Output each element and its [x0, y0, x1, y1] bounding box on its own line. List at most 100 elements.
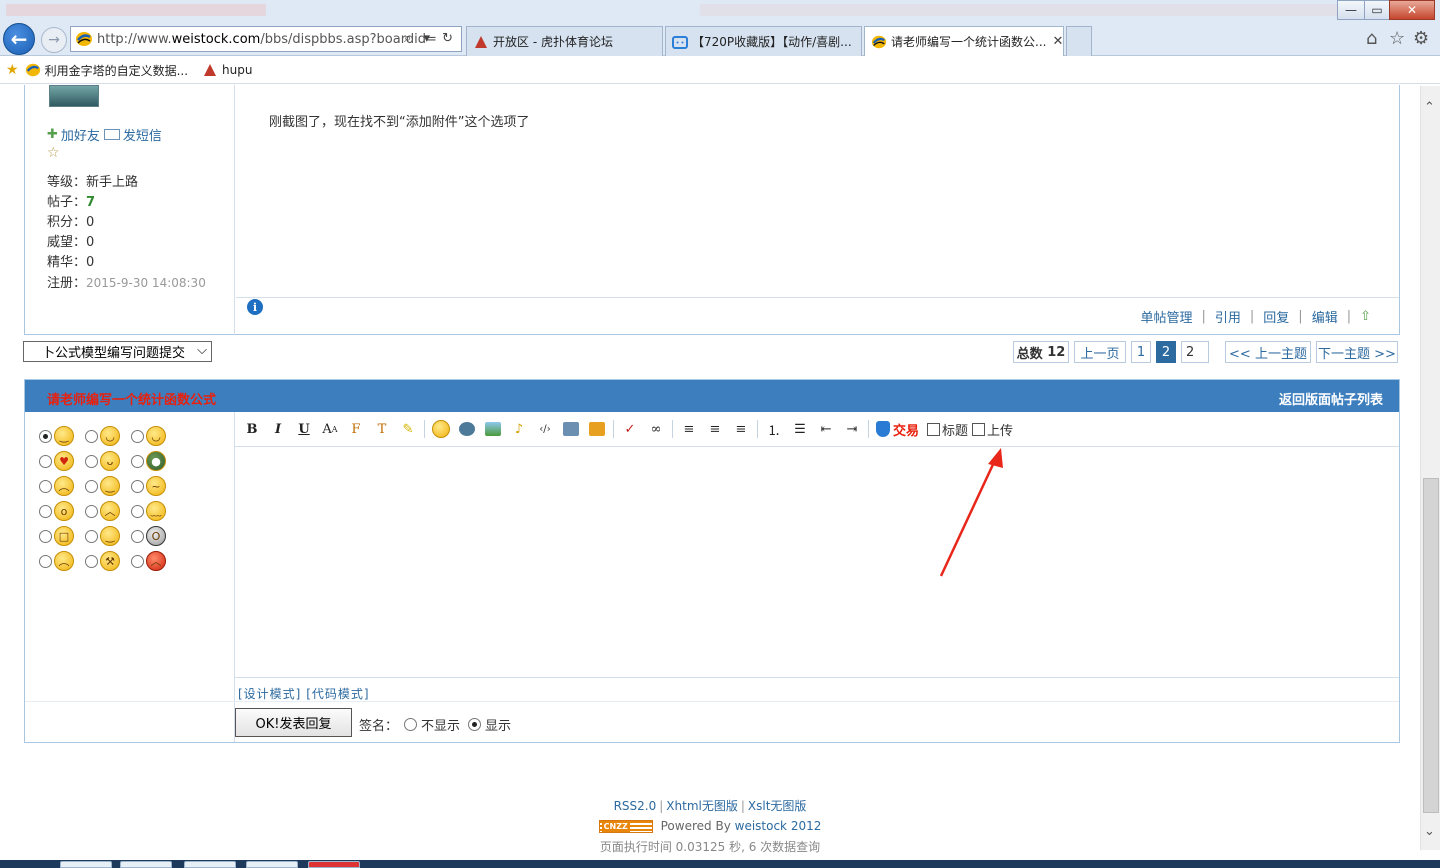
face-radio[interactable] — [39, 479, 52, 493]
font-size-icon[interactable]: AA — [319, 419, 341, 439]
outdent-icon[interactable]: ⇤ — [815, 419, 837, 439]
face-option[interactable]: ︵ — [39, 551, 85, 571]
text-color-icon[interactable]: T — [371, 419, 393, 439]
face-option[interactable]: O — [131, 526, 177, 546]
face-option[interactable]: ● — [131, 451, 177, 471]
font-face-icon[interactable]: F — [345, 419, 367, 439]
scroll-down-icon[interactable]: ⌄ — [1424, 824, 1435, 839]
highlight-icon[interactable]: ✎ — [397, 419, 419, 439]
sig-show-radio[interactable] — [468, 718, 482, 731]
face-option[interactable]: □ — [39, 526, 85, 546]
forward-button[interactable]: → — [41, 27, 67, 53]
align-left-icon[interactable]: ≡ — [678, 419, 700, 439]
face-radio[interactable] — [131, 504, 144, 518]
face-radio[interactable] — [39, 429, 52, 443]
underline-button[interactable]: U — [293, 419, 315, 439]
taskbar-item[interactable] — [308, 861, 360, 868]
rss-link[interactable]: RSS2.0 — [614, 799, 657, 813]
ordered-list-icon[interactable]: ⒈ — [763, 419, 785, 439]
avatar[interactable] — [49, 85, 99, 107]
media-icon[interactable] — [560, 419, 582, 439]
prev-page-button[interactable]: 上一页 — [1074, 341, 1126, 363]
italic-button[interactable]: I — [267, 419, 289, 439]
powered-link[interactable]: weistock 2012 — [735, 819, 822, 833]
cnzz-badge-icon[interactable]: CNZZ — [598, 820, 653, 833]
maximize-button[interactable]: ▭ — [1364, 0, 1390, 20]
board-jump-select[interactable]: 卜公式模型编写问题提交 ⌵ — [23, 341, 212, 362]
face-radio[interactable] — [39, 504, 52, 518]
back-to-list-link[interactable]: 返回版面帖子列表 — [1279, 389, 1383, 408]
face-radio[interactable] — [85, 479, 98, 493]
code-icon[interactable]: ‹/› — [534, 419, 556, 439]
send-message-link[interactable]: 发短信 — [123, 125, 162, 144]
code-mode-link[interactable]: [代码模式] — [306, 687, 369, 701]
vertical-scrollbar[interactable]: ⌃ ⌄ — [1420, 86, 1440, 850]
face-option[interactable]: ◡ — [131, 426, 177, 446]
settings-gear-icon[interactable]: ⚙ — [1413, 28, 1429, 49]
address-url[interactable]: http://www.weistock.com/bbs/dispbbs.asp?… — [97, 32, 437, 47]
face-radio[interactable] — [85, 504, 98, 518]
face-option[interactable]: o — [39, 501, 85, 521]
xslt-link[interactable]: Xslt无图版 — [748, 799, 807, 813]
unordered-list-icon[interactable]: ☰ — [789, 419, 811, 439]
taskbar-item[interactable] — [184, 861, 236, 868]
back-to-top-icon[interactable]: ⇧ — [1360, 309, 1371, 324]
face-option[interactable]: ︵ — [39, 476, 85, 496]
xhtml-link[interactable]: Xhtml无图版 — [666, 799, 738, 813]
face-option[interactable]: ~ — [131, 476, 177, 496]
face-radio[interactable] — [131, 554, 144, 568]
face-radio[interactable] — [85, 429, 98, 443]
clean-format-icon[interactable]: ✓ — [619, 419, 641, 439]
tab-hupu[interactable]: 开放区 - 虎扑体育论坛 — [466, 26, 663, 56]
favorite-item-hupu[interactable]: hupu — [202, 62, 252, 78]
scrollbar-thumb[interactable] — [1423, 478, 1439, 813]
title-checkbox[interactable]: 标题 — [927, 420, 968, 439]
design-mode-link[interactable]: [设计模式] — [238, 687, 301, 701]
upload-checkbox[interactable]: 上传 — [972, 420, 1013, 439]
close-window-button[interactable]: ✕ — [1389, 0, 1435, 20]
trade-button[interactable]: 交易 — [876, 420, 919, 439]
face-radio[interactable] — [39, 529, 52, 543]
face-option[interactable]: ◡ — [85, 426, 131, 446]
quote-link[interactable]: 引用 — [1215, 307, 1241, 326]
taskbar-item[interactable] — [120, 861, 172, 868]
info-icon[interactable]: i — [247, 299, 263, 315]
reply-link[interactable]: 回复 — [1263, 307, 1289, 326]
face-radio[interactable] — [85, 554, 98, 568]
submit-reply-button[interactable]: OK!发表回复 — [235, 708, 352, 737]
favorite-item-weistock[interactable]: 利用金字塔的自定义数据... — [25, 62, 188, 79]
face-radio[interactable] — [39, 454, 52, 468]
address-tools[interactable]: ⌕ ▾ ↻ — [404, 31, 457, 46]
emoticon-icon[interactable] — [430, 419, 452, 439]
music-icon[interactable]: ♪ — [508, 419, 530, 439]
flash-icon[interactable] — [456, 419, 478, 439]
taskbar-item[interactable] — [60, 861, 112, 868]
face-radio[interactable] — [85, 529, 98, 543]
manage-post-link[interactable]: 单帖管理 — [1140, 307, 1192, 326]
tab-close-icon[interactable]: ✕ — [1046, 34, 1063, 49]
tab-video[interactable]: 【720P收藏版】【动作/喜剧... — [665, 26, 862, 56]
page-1-link[interactable]: 1 — [1131, 341, 1151, 363]
favorites-add-icon[interactable]: ★ — [6, 62, 19, 78]
face-option[interactable]: ‿ — [85, 476, 131, 496]
image-icon[interactable] — [482, 419, 504, 439]
tab-current[interactable]: 请老师编写一个统计函数公... ✕ — [864, 26, 1064, 56]
scroll-up-icon[interactable]: ⌃ — [1424, 100, 1435, 115]
indent-icon[interactable]: ⇥ — [841, 419, 863, 439]
home-icon[interactable]: ⌂ — [1366, 28, 1377, 49]
align-center-icon[interactable]: ≡ — [704, 419, 726, 439]
new-tab-button[interactable] — [1066, 26, 1092, 56]
face-option[interactable]: ﹏ — [131, 501, 177, 521]
face-radio[interactable] — [131, 479, 144, 493]
face-radio[interactable] — [85, 454, 98, 468]
prev-topic-button[interactable]: << 上一主题 — [1225, 341, 1311, 363]
face-option[interactable]: ♥ — [39, 451, 85, 471]
next-topic-button[interactable]: 下一主题 >> — [1316, 341, 1398, 363]
face-radio[interactable] — [131, 529, 144, 543]
sig-hide-radio[interactable] — [404, 718, 418, 731]
face-option[interactable]: ︿ — [131, 551, 177, 571]
reply-editor[interactable] — [235, 446, 1399, 678]
bold-button[interactable]: B — [241, 419, 263, 439]
edit-link[interactable]: 编辑 — [1312, 307, 1338, 326]
face-radio[interactable] — [39, 554, 52, 568]
